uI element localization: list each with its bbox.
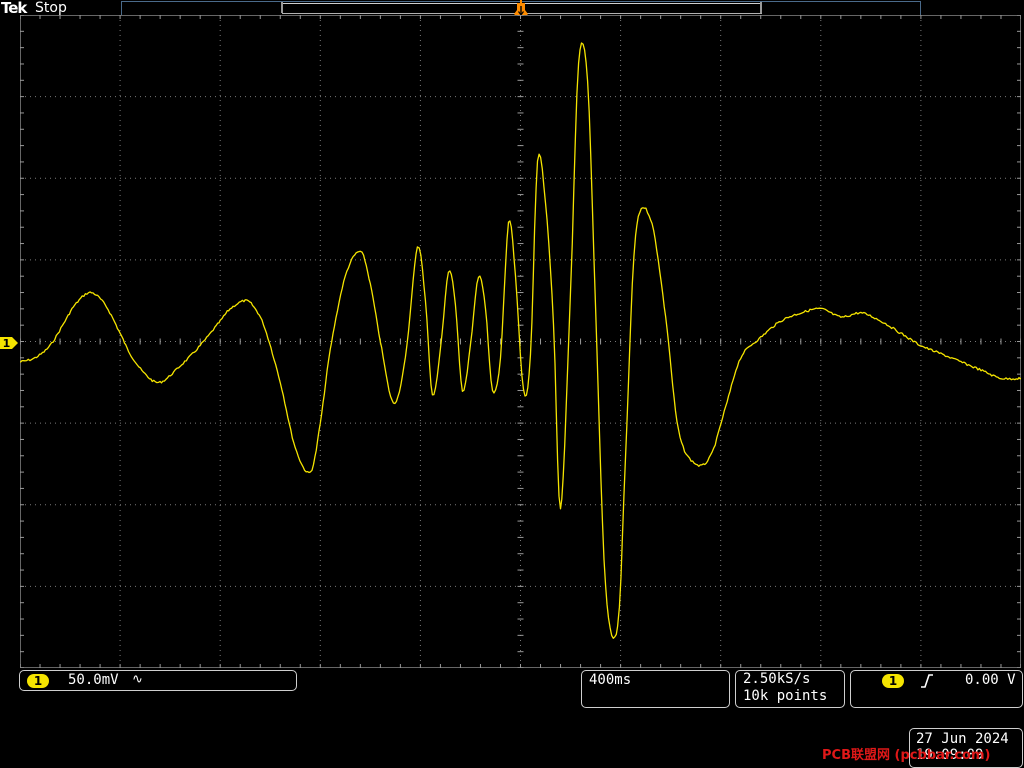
vertical-scale: 50.0mV <box>68 672 119 688</box>
trigger-source-badge: 1 <box>882 674 904 688</box>
waveform-display <box>20 15 1021 668</box>
horizontal-readout[interactable]: 400ms <box>581 670 730 708</box>
acquisition-readout[interactable]: 2.50kS/s 10k points <box>735 670 845 708</box>
trigger-level: 0.00 V <box>965 672 1016 688</box>
record-window-left-edge <box>281 2 283 13</box>
trigger-readout[interactable]: 1 0.00 V <box>850 670 1023 708</box>
record-window-right-edge <box>760 2 762 13</box>
channel-1-ground-marker[interactable]: 1 <box>0 336 19 350</box>
time-per-division: 400ms <box>589 672 632 688</box>
channel-1-badge: 1 <box>27 674 49 688</box>
rising-edge-icon <box>921 674 933 688</box>
coupling-icon: ∿ <box>132 672 143 687</box>
channel-1-marker-label: 1 <box>3 337 11 350</box>
sample-rate: 2.50kS/s <box>743 671 811 687</box>
acquisition-status: Stop <box>35 0 67 16</box>
watermark-text: PCB联盟网 (pcbbar.com) <box>822 748 991 763</box>
channel-1-readout[interactable]: 1 50.0mV ∿ <box>19 670 297 691</box>
record-length: 10k points <box>743 688 828 704</box>
